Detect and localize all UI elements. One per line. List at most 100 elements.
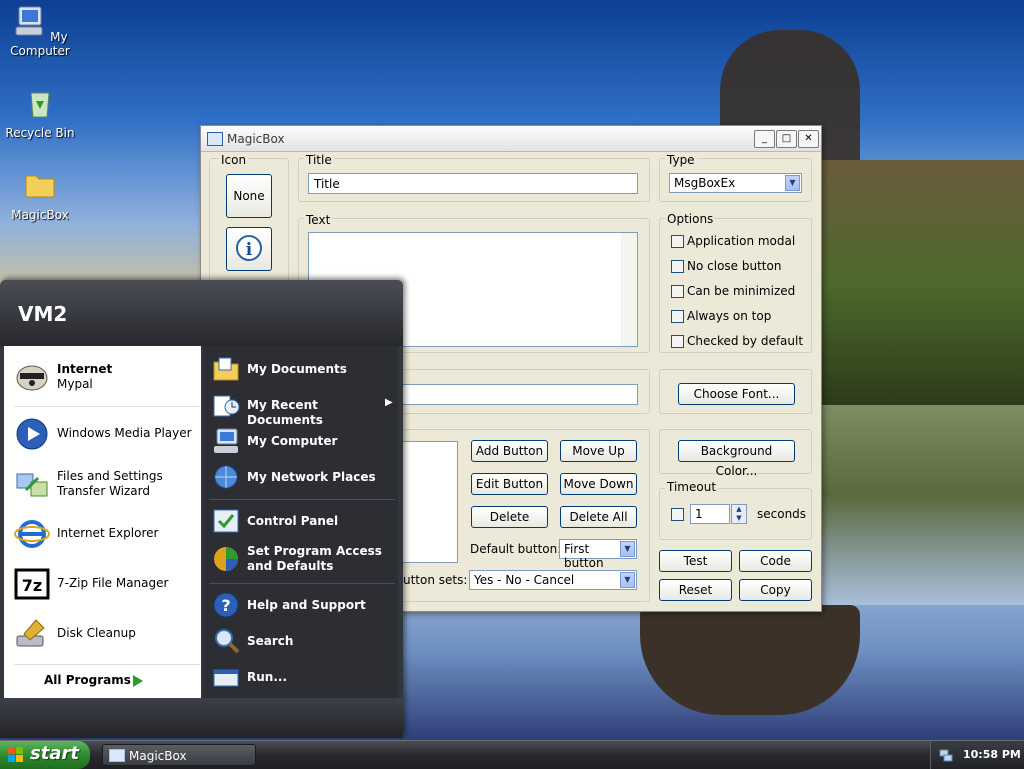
chevron-down-icon: ▼ [620,541,635,557]
edit-button[interactable]: Edit Button [471,473,548,495]
move-down-button[interactable]: Move Down [560,473,637,495]
text-scrollbar[interactable] [621,233,637,346]
can-be-minimized-checkbox[interactable] [671,285,684,298]
icon-none-button[interactable]: None [226,174,272,218]
start-menu-control-panel[interactable]: Control Panel [209,504,394,538]
start-menu-my-recent-documents[interactable]: My Recent Documents ▶ [209,388,394,427]
window-title: MagicBox [227,132,285,146]
title-input[interactable]: Title [308,173,638,194]
transfer-wizard-icon [16,473,48,497]
taskbar: start MagicBox 10:58 PM [0,740,1024,769]
reset-button[interactable]: Reset [659,579,732,601]
type-select[interactable]: MsgBoxEx ▼ [669,173,802,193]
internet-explorer-label: Internet Explorer [57,526,159,540]
application-modal-label: Application modal [687,234,796,248]
clock[interactable]: 10:58 PM [963,748,1021,761]
can-be-minimized-label: Can be minimized [687,284,796,298]
timeout-spinner[interactable]: ▲ ▼ [731,504,747,524]
checked-by-default-label: Checked by default [687,334,804,348]
all-programs-label: All Programs [44,673,131,687]
recycle-bin-icon [30,92,50,118]
media-player-icon [16,418,48,450]
arrow-right-icon [133,675,143,687]
lake [820,405,1024,605]
delete-all-button[interactable]: Delete All [560,506,637,528]
svg-text:i: i [246,240,253,260]
info-icon: i [236,235,262,261]
desktop-icon-recycle-bin[interactable]: Recycle Bin [0,86,80,140]
start-menu-help-support[interactable]: ? Help and Support [209,588,394,622]
desktop-icon-magicbox[interactable]: MagicBox [0,168,80,222]
maximize-button[interactable]: □ [776,130,797,148]
start-menu-my-documents[interactable]: My Documents [209,352,394,386]
checked-by-default-checkbox[interactable] [671,335,684,348]
delete-button[interactable]: Delete [471,506,548,528]
start-menu-run[interactable]: Run... [209,660,394,694]
button-sets-label: utton sets: [403,573,468,587]
start-menu-search[interactable]: Search [209,624,394,658]
code-button[interactable]: Code [739,550,812,572]
program-access-icon [214,547,238,571]
background-color-button[interactable]: Background Color... [678,440,795,478]
type-group-label: Type [665,153,697,167]
internet-subtitle: Mypal [57,377,93,391]
recent-documents-icon [213,395,240,417]
start-menu-transfer-wizard[interactable]: Files and Settings Transfer Wizard [10,462,200,502]
app-window-icon [109,749,125,762]
start-menu-set-program-access[interactable]: Set Program Access and Defaults [209,542,394,580]
type-value: MsgBoxEx [674,176,736,190]
button-sets-select[interactable]: Yes - No - Cancel ▼ [469,570,637,590]
mountain-reflection [640,605,860,715]
default-button-label: Default button: [470,542,562,556]
folder-icon [25,175,55,198]
start-menu-my-computer[interactable]: My Computer [209,424,394,458]
start-menu-internet-mypal[interactable]: Internet Mypal [10,354,200,394]
add-button[interactable]: Add Button [471,440,548,462]
all-programs-button[interactable]: All Programs [44,673,154,691]
internet-explorer-icon [14,520,50,548]
my-documents-label: My Documents [247,362,347,376]
my-documents-icon [213,357,239,381]
default-button-select[interactable]: First button ▼ [559,539,637,570]
start-menu-footer [0,698,403,738]
network-tray-icon[interactable] [939,748,953,762]
svg-text:?: ? [221,596,230,615]
control-panel-label: Control Panel [247,514,339,528]
move-up-button[interactable]: Move Up [560,440,637,462]
taskbar-item-label: MagicBox [129,749,187,763]
window-titlebar[interactable]: MagicBox _ □ ✕ [201,126,821,152]
copy-button[interactable]: Copy [739,579,812,601]
application-modal-checkbox[interactable] [671,235,684,248]
app-window-icon [207,132,223,146]
icon-info-button[interactable]: i [226,227,272,271]
text-group-label: Text [304,213,333,227]
timeout-group-label: Timeout [665,480,719,494]
timeout-input[interactable]: 1 [690,504,730,524]
always-on-top-checkbox[interactable] [671,310,684,323]
close-button[interactable]: ✕ [798,130,819,148]
internet-title: Internet [57,362,113,376]
desktop-icon-label: Recycle Bin [5,126,75,140]
set-program-access-label: Set Program Access and Defaults [247,544,382,573]
start-menu-disk-cleanup[interactable]: Disk Cleanup [10,612,200,652]
minimize-button[interactable]: _ [754,130,775,148]
icon-group-label: Icon [219,153,249,167]
test-button[interactable]: Test [659,550,732,572]
no-close-button-checkbox[interactable] [671,260,684,273]
desktop-icon-my-computer[interactable]: My Computer [0,4,80,58]
choose-font-button[interactable]: Choose Font... [678,383,795,405]
timeout-unit-label: seconds [757,507,807,521]
submenu-arrow-icon: ▶ [385,397,393,408]
start-button[interactable]: start [0,741,90,769]
start-menu-windows-media-player[interactable]: Windows Media Player [10,412,200,452]
internet-label: Internet Mypal [57,362,112,392]
system-tray: 10:58 PM [930,741,1024,769]
timeout-checkbox[interactable] [671,508,684,521]
default-button-value: First button [564,542,604,570]
taskbar-item-magicbox[interactable]: MagicBox [102,744,256,766]
start-menu-7zip[interactable]: 7z 7-Zip File Manager [10,562,200,602]
start-menu-right-pane: My Documents My Recent Documents ▶ My Co… [203,346,398,698]
search-icon [215,629,240,654]
start-menu-internet-explorer[interactable]: Internet Explorer [10,512,200,552]
start-menu-my-network-places[interactable]: My Network Places [209,460,394,494]
